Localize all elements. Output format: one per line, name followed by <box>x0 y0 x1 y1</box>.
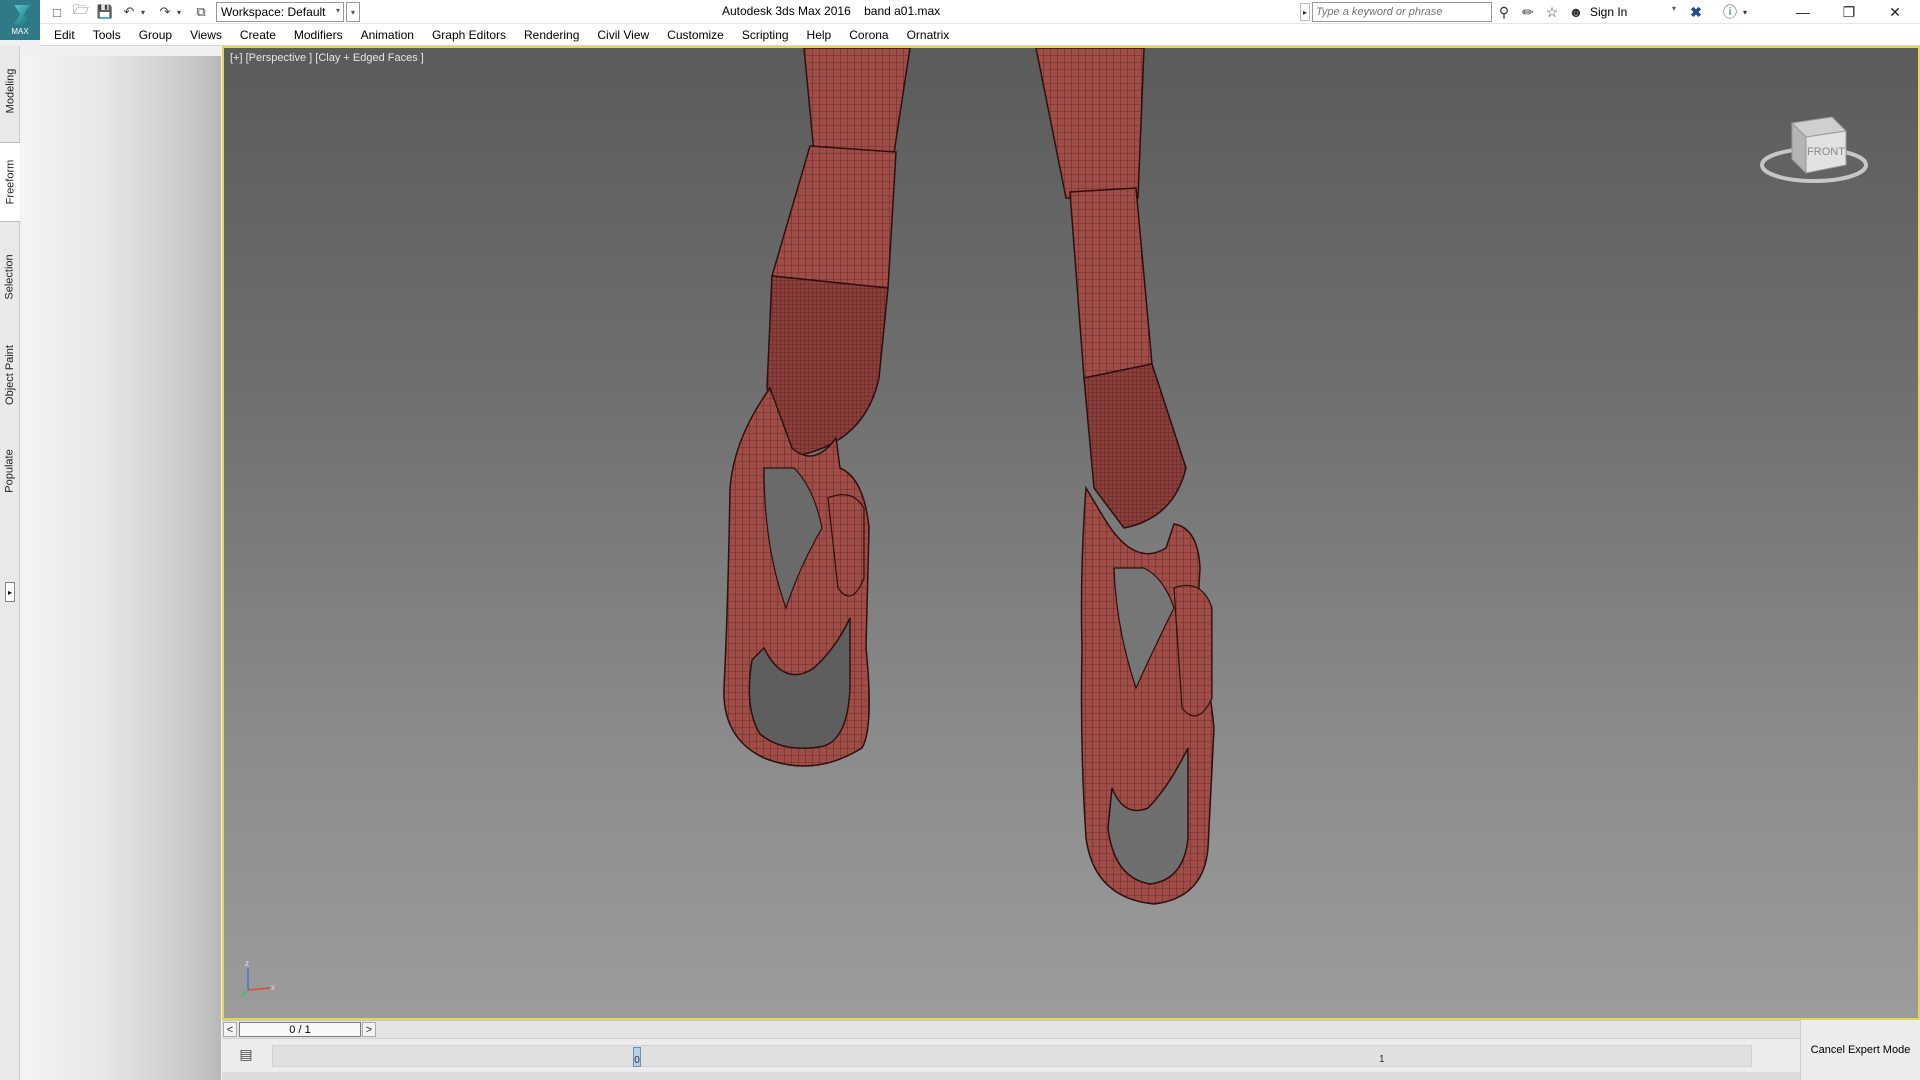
y-axis <box>241 989 249 997</box>
undo-dropdown-icon[interactable]: ▾ <box>138 3 148 21</box>
search-input[interactable] <box>1313 3 1491 21</box>
menu-ornatrix[interactable]: Ornatrix <box>898 28 959 42</box>
menu-modifiers[interactable]: Modifiers <box>285 28 352 42</box>
app-title: Autodesk 3ds Max 2016 <box>722 4 851 18</box>
menu-scripting[interactable]: Scripting <box>733 28 798 42</box>
tab-populate[interactable]: Populate <box>0 436 20 506</box>
cancel-expert-mode-button[interactable]: Cancel Expert Mode <box>1800 1020 1920 1080</box>
x-exchange-icon[interactable]: ✖ <box>1686 3 1706 21</box>
menu-graph-editors[interactable]: Graph Editors <box>423 28 515 42</box>
max-logo-icon <box>14 4 30 25</box>
menu-help[interactable]: Help <box>798 28 841 42</box>
chevron-down-icon: ▾ <box>335 6 340 15</box>
binoculars-icon[interactable]: ⚲ <box>1494 3 1514 21</box>
tab-selection[interactable]: Selection <box>0 242 20 312</box>
tab-populate-label: Populate <box>4 449 16 493</box>
tab-freeform-label: Freeform <box>4 159 16 205</box>
workspace-label: Workspace: Default <box>221 5 326 19</box>
menu-bar: Edit Tools Group Views Create Modifiers … <box>40 24 1920 46</box>
help-dropdown-icon[interactable]: ▾ <box>1740 3 1750 21</box>
user-icon[interactable]: ☻ <box>1566 3 1586 21</box>
track-tick-end: 1 <box>1379 1054 1385 1065</box>
chevron-down-icon[interactable]: ▾ <box>1672 4 1676 13</box>
new-file-icon[interactable]: □ <box>48 3 66 21</box>
curve-editor-icon[interactable]: ▤ <box>236 1045 256 1063</box>
perspective-viewport[interactable]: [+] [Perspective ] [Clay + Edged Faces ] <box>222 46 1920 1020</box>
favorites-icon[interactable]: ✏ <box>1518 3 1538 21</box>
menu-tools[interactable]: Tools <box>84 28 130 42</box>
window-title: Autodesk 3ds Max 2016 band a01.max <box>722 4 940 18</box>
carabiner-strap-model <box>723 48 1215 905</box>
restore-icon[interactable]: ❐ <box>1826 0 1872 24</box>
menu-edit[interactable]: Edit <box>40 28 84 42</box>
menu-customize[interactable]: Customize <box>658 28 733 42</box>
track-bar: ▤ 0 1 <box>222 1038 1800 1072</box>
star-icon[interactable]: ☆ <box>1542 3 1562 21</box>
frame-cursor-label: 0 <box>634 1055 640 1066</box>
minimize-icon[interactable]: — <box>1780 0 1826 24</box>
undo-icon[interactable]: ↶ <box>120 3 138 21</box>
redo-icon[interactable]: ↷ <box>156 3 174 21</box>
frame-cursor[interactable]: 0 <box>633 1047 641 1067</box>
tab-object-paint-label: Object Paint <box>4 345 17 405</box>
tab-modeling-label: Modeling <box>4 68 17 114</box>
right-strap <box>1035 48 1215 905</box>
save-icon[interactable]: 💾 <box>96 3 114 21</box>
time-slider-thumb[interactable]: 0 / 1 <box>239 1022 361 1037</box>
tab-object-paint[interactable]: Object Paint <box>0 328 20 422</box>
redo-dropdown-icon[interactable]: ▾ <box>174 3 184 21</box>
time-slider[interactable]: < 0 / 1 > <box>222 1020 1800 1038</box>
left-strap <box>723 48 911 767</box>
tab-modeling[interactable]: Modeling <box>0 56 20 126</box>
time-next-button[interactable]: > <box>362 1022 376 1037</box>
x-axis-label: x <box>271 983 275 992</box>
axis-gizmo: z x <box>241 959 275 997</box>
ribbon-tab-strip: Modeling Freeform Selection Object Paint… <box>0 46 20 1080</box>
open-folder-icon[interactable]: 🗁 <box>72 2 90 21</box>
menu-rendering[interactable]: Rendering <box>515 28 588 42</box>
workspace-more-icon[interactable]: ▾ <box>346 2 360 22</box>
app-window: MAX □ 🗁 💾 ↶ ▾ ↷ ▾ ⧉ Workspace: Default ▾… <box>0 0 1920 1080</box>
viewcube[interactable]: FRONT <box>1754 103 1874 193</box>
viewcube-front-label: FRONT <box>1807 146 1845 158</box>
ribbon-panel <box>21 56 221 1080</box>
file-name: band a01.max <box>864 4 941 18</box>
menu-animation[interactable]: Animation <box>352 28 423 42</box>
help-icon[interactable]: ⓘ <box>1720 3 1740 21</box>
ribbon-toggle-icon[interactable]: ▸ <box>5 582 15 602</box>
status-strip <box>222 1072 1800 1080</box>
time-prev-button[interactable]: < <box>223 1022 237 1037</box>
track[interactable]: 0 1 <box>272 1045 1752 1067</box>
title-bar: MAX □ 🗁 💾 ↶ ▾ ↷ ▾ ⧉ Workspace: Default ▾… <box>0 0 1920 40</box>
menu-group[interactable]: Group <box>130 28 181 42</box>
menu-create[interactable]: Create <box>231 28 285 42</box>
app-logo-text: MAX <box>11 26 29 36</box>
menu-views[interactable]: Views <box>181 28 231 42</box>
x-axis <box>247 987 271 991</box>
tab-freeform[interactable]: Freeform <box>0 142 20 222</box>
close-icon[interactable]: ✕ <box>1872 0 1918 24</box>
search-box[interactable] <box>1312 2 1492 22</box>
workspace-dropdown[interactable]: Workspace: Default ▾ <box>216 2 344 22</box>
app-logo-button[interactable]: MAX <box>0 0 40 40</box>
search-expand-icon[interactable]: ▸ <box>1300 3 1310 21</box>
tab-selection-label: Selection <box>4 254 17 300</box>
sign-in-button[interactable]: Sign In <box>1590 5 1627 19</box>
z-axis-label: z <box>245 959 249 968</box>
project-icon[interactable]: ⧉ <box>192 3 210 21</box>
menu-civil-view[interactable]: Civil View <box>588 28 658 42</box>
menu-corona[interactable]: Corona <box>840 28 897 42</box>
